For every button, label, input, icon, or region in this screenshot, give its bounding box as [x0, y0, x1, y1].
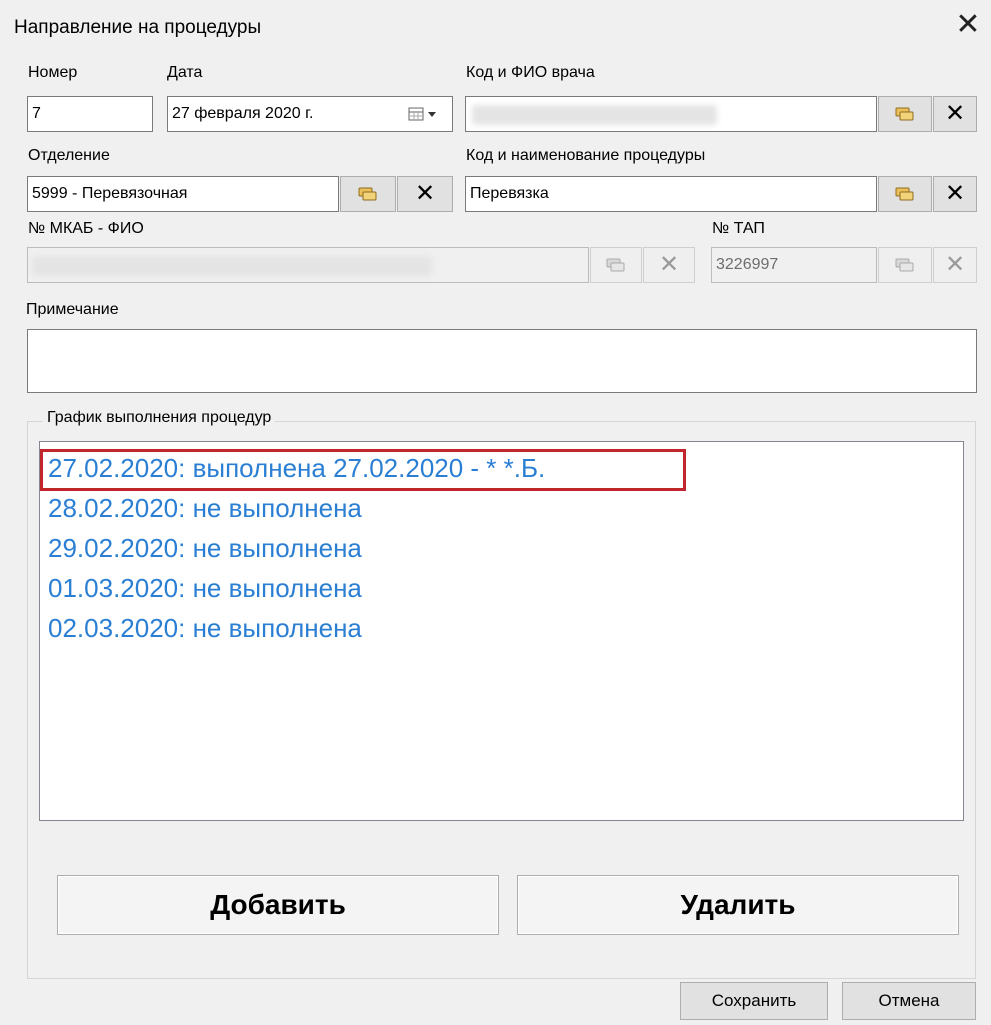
- save-button[interactable]: Сохранить: [680, 982, 828, 1020]
- tap-clear-button: ✕: [933, 247, 977, 283]
- number-field[interactable]: 7: [27, 96, 153, 132]
- schedule-list[interactable]: 27.02.2020: выполнена 27.02.2020 - * *.Б…: [39, 441, 964, 821]
- clear-x-icon: ✕: [944, 180, 966, 207]
- procedure-label: Код и наименование процедуры: [466, 147, 706, 164]
- select-records-icon: [895, 258, 914, 272]
- mkab-label: № МКАБ - ФИО: [28, 220, 144, 237]
- clear-x-icon: ✕: [944, 251, 966, 278]
- add-button[interactable]: Добавить: [57, 875, 499, 935]
- mkab-field: [27, 247, 589, 283]
- department-select-button[interactable]: [340, 176, 396, 212]
- date-field[interactable]: 27 февраля 2020 г.: [167, 96, 453, 132]
- select-records-icon: [358, 187, 377, 201]
- list-item[interactable]: 28.02.2020: не выполнена: [48, 493, 362, 524]
- window-title: Направление на процедуры: [14, 17, 262, 38]
- redacted-blur: [32, 256, 432, 276]
- select-records-icon: [895, 107, 914, 121]
- tap-label: № ТАП: [712, 220, 765, 237]
- calendar-dropdown-icon[interactable]: [402, 97, 446, 131]
- doctor-clear-button[interactable]: ✕: [933, 96, 977, 132]
- tap-select-button: [878, 247, 932, 283]
- mkab-select-button: [590, 247, 642, 283]
- date-label: Дата: [167, 64, 203, 81]
- delete-button[interactable]: Удалить: [517, 875, 959, 935]
- list-item[interactable]: 01.03.2020: не выполнена: [48, 573, 362, 604]
- clear-x-icon: ✕: [944, 100, 966, 127]
- mkab-clear-button: ✕: [643, 247, 695, 283]
- note-textarea[interactable]: [27, 329, 977, 393]
- department-label: Отделение: [28, 147, 110, 164]
- department-field[interactable]: 5999 - Перевязочная: [27, 176, 339, 212]
- procedure-clear-button[interactable]: ✕: [933, 176, 977, 212]
- doctor-label: Код и ФИО врача: [466, 64, 595, 81]
- list-item[interactable]: 27.02.2020: выполнена 27.02.2020 - * *.Б…: [48, 453, 545, 484]
- list-item[interactable]: 02.03.2020: не выполнена: [48, 613, 362, 644]
- schedule-group-title: График выполнения процедур: [43, 409, 276, 427]
- clear-x-icon: ✕: [658, 251, 680, 278]
- select-records-icon: [895, 187, 914, 201]
- redacted-blur: [472, 105, 717, 125]
- tap-field: 3226997: [711, 247, 877, 283]
- close-icon[interactable]: ✕: [953, 10, 983, 40]
- doctor-field[interactable]: [465, 96, 877, 132]
- select-records-icon: [606, 258, 625, 272]
- doctor-select-button[interactable]: [878, 96, 932, 132]
- procedure-select-button[interactable]: [878, 176, 932, 212]
- clear-x-icon: ✕: [414, 180, 436, 207]
- date-value: 27 февраля 2020 г.: [172, 105, 314, 122]
- department-clear-button[interactable]: ✕: [397, 176, 453, 212]
- cancel-button[interactable]: Отмена: [842, 982, 976, 1020]
- number-label: Номер: [28, 64, 78, 81]
- note-label: Примечание: [26, 301, 119, 318]
- list-item[interactable]: 29.02.2020: не выполнена: [48, 533, 362, 564]
- procedure-field[interactable]: Перевязка: [465, 176, 877, 212]
